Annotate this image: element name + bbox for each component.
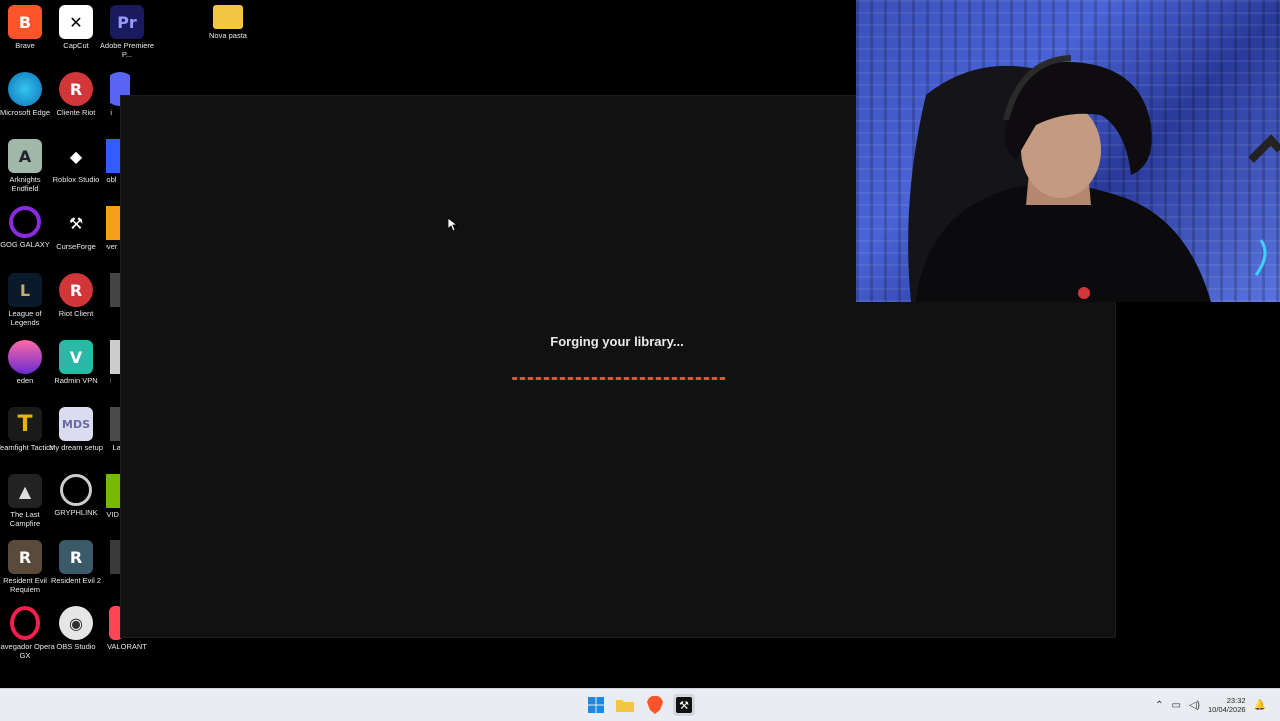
taskbar: ⚒ ⌃ ▭ ◁) 23:32 10/04/2026 🔔 — [0, 688, 1280, 721]
obs-icon: ◉ — [59, 606, 93, 640]
webcam-overlay — [856, 0, 1280, 302]
re2-icon: R — [59, 540, 93, 574]
shield-icon: V — [59, 340, 93, 374]
taskbar-curseforge[interactable]: ⚒ — [673, 694, 695, 716]
opera-gx-shortcut[interactable]: Navegador Opera GX — [0, 606, 55, 670]
tft-icon: T — [8, 407, 42, 441]
anvil-icon: ⚒ — [676, 697, 692, 713]
campfire-icon: ▲ — [8, 474, 42, 508]
roblox-studio-shortcut[interactable]: ◆ Roblox Studio — [51, 139, 101, 203]
chevron-up-icon[interactable]: ⌃ — [1155, 700, 1163, 711]
premiere-icon: Pr — [110, 5, 144, 39]
riot-client-icon: R — [59, 273, 93, 307]
riot-icon: R — [59, 72, 93, 106]
taskbar-file-explorer[interactable] — [614, 694, 636, 716]
image-icon: MDS — [59, 407, 93, 441]
folder-icon — [213, 5, 243, 29]
re-requiem-icon: R — [8, 540, 42, 574]
eden-icon — [8, 340, 42, 374]
notification-bell-icon[interactable]: 🔔 — [1254, 700, 1266, 711]
gog-galaxy-icon — [9, 206, 41, 238]
league-icon: L — [8, 273, 42, 307]
system-tray: ⌃ ▭ ◁) 23:32 10/04/2026 🔔 — [1155, 689, 1266, 721]
folder-icon — [616, 700, 634, 712]
curseforge-shortcut[interactable]: ⚒ CurseForge — [51, 206, 101, 270]
brave-icon: B — [8, 5, 42, 39]
gryphlink-icon — [60, 474, 92, 506]
start-button[interactable] — [585, 694, 607, 716]
roblox-studio-icon: ◆ — [59, 139, 93, 173]
brave-shortcut[interactable]: B Brave — [0, 5, 50, 69]
gryphlink-shortcut[interactable]: GRYPHLINK — [51, 474, 101, 538]
cliente-riot-shortcut[interactable]: R Cliente Riot — [51, 72, 101, 136]
volume-icon[interactable]: ◁) — [1189, 700, 1200, 711]
taskbar-brave[interactable] — [644, 694, 666, 716]
opera-gx-icon — [10, 606, 40, 640]
edge-shortcut[interactable]: Microsoft Edge — [0, 72, 50, 136]
capcut-icon: ✕ — [59, 5, 93, 39]
windows-icon — [588, 697, 604, 713]
brave-icon — [647, 696, 663, 714]
edge-icon — [8, 72, 42, 106]
mouse-cursor-icon — [448, 218, 458, 232]
re2-shortcut[interactable]: R Resident Evil 2 — [51, 540, 101, 604]
nova-pasta-shortcut[interactable]: Nova pasta — [203, 5, 253, 69]
last-campfire-shortcut[interactable]: ▲ The Last Campfire — [0, 474, 50, 538]
gog-galaxy-shortcut[interactable]: GOG GALAXY — [0, 206, 50, 270]
radmin-vpn-shortcut[interactable]: V Radmin VPN — [51, 340, 101, 404]
network-icon[interactable]: ▭ — [1172, 700, 1181, 711]
streamer-silhouette — [908, 55, 1280, 302]
loading-progress-bar — [512, 377, 726, 380]
re-requiem-shortcut[interactable]: R Resident Evil Requiem — [0, 540, 50, 604]
eden-shortcut[interactable]: eden — [0, 340, 50, 404]
tft-shortcut[interactable]: T Teamfight Tactics — [0, 407, 54, 471]
league-shortcut[interactable]: L League of Legends — [0, 273, 50, 337]
loading-text: Forging your library... — [550, 334, 684, 349]
arknights-shortcut[interactable]: A Arknights Endfield — [0, 139, 50, 203]
obs-shortcut[interactable]: ◉ OBS Studio — [51, 606, 101, 670]
anvil-icon: ⚒ — [59, 206, 93, 240]
capcut-shortcut[interactable]: ✕ CapCut — [51, 5, 101, 69]
arknights-icon: A — [8, 139, 42, 173]
my-dream-setup-shortcut[interactable]: MDS My dream setup — [49, 407, 103, 471]
premiere-shortcut[interactable]: Pr Adobe Premiere P... — [100, 5, 154, 69]
riot-client-shortcut[interactable]: R Riot Client — [51, 273, 101, 337]
clock[interactable]: 23:32 10/04/2026 — [1208, 696, 1246, 714]
